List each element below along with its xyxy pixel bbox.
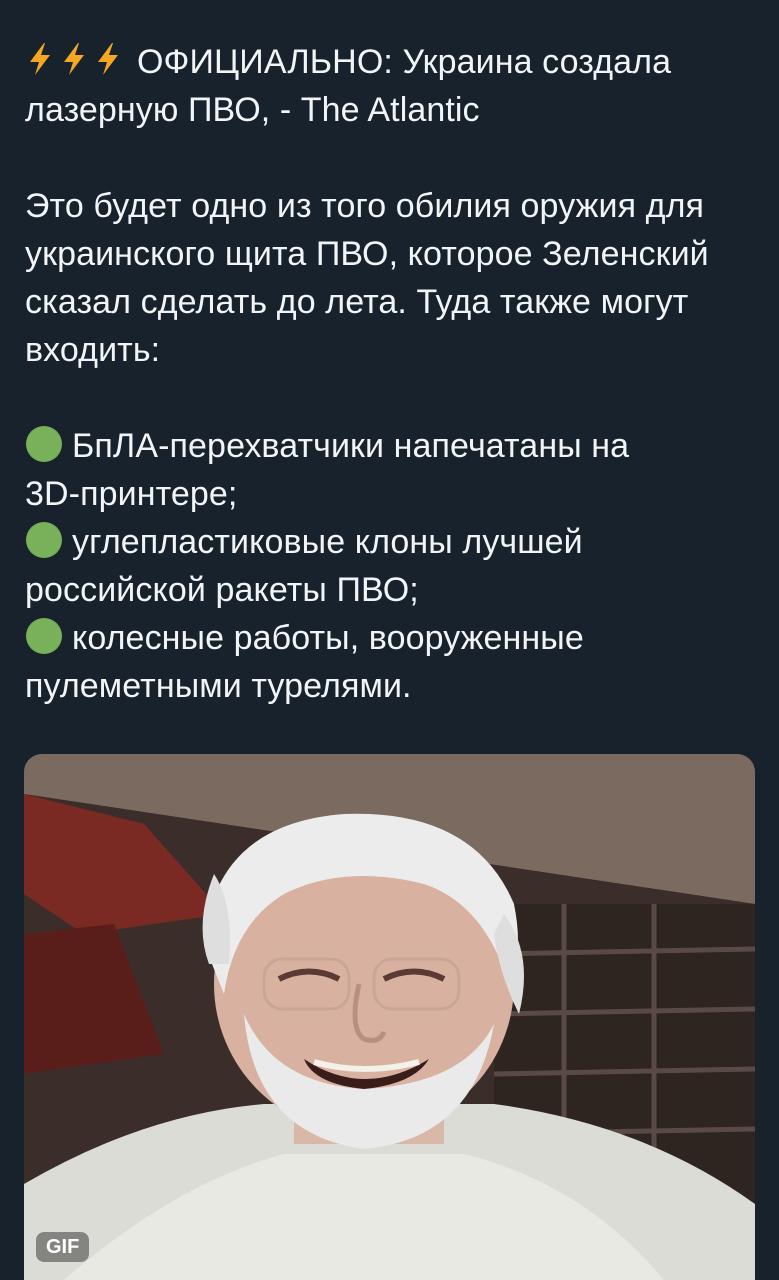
lightning-icon bbox=[30, 43, 50, 75]
bullet-text: углепластиковые клоны лучшей bbox=[72, 523, 583, 561]
lightning-icon bbox=[64, 43, 84, 75]
green-circle-icon bbox=[26, 522, 62, 558]
body-line-4: входить: bbox=[25, 331, 161, 369]
green-circle-icon bbox=[26, 426, 62, 462]
headline-line-1: ОФИЦИАЛЬНО: Украина создала bbox=[25, 38, 760, 86]
gif-thumbnail bbox=[24, 754, 755, 1280]
bullet-item-1: БпЛА-перехватчики напечатаны на bbox=[25, 422, 760, 470]
bullet-item-3: колесные работы, вооруженные bbox=[25, 614, 760, 662]
lightning-icon bbox=[98, 43, 118, 75]
bullet-item-3-continuation: пулеметными турелями. bbox=[25, 667, 412, 705]
gif-badge: GIF bbox=[36, 1232, 90, 1262]
bullet-item-2: углепластиковые клоны лучшей bbox=[25, 518, 760, 566]
bullet-item-2-continuation: российской ракеты ПВО; bbox=[25, 571, 419, 609]
headline-line-2: лазерную ПВО, - The Atlantic bbox=[25, 91, 480, 129]
lightning-icons bbox=[25, 41, 127, 77]
message-text: ОФИЦИАЛЬНО: Украина создала лазерную ПВО… bbox=[25, 38, 760, 710]
body-line-3: сказал сделать до лета. Туда также могут bbox=[25, 283, 689, 321]
bullet-text: колесные работы, вооруженные bbox=[72, 619, 584, 657]
bullet-text: БпЛА-перехватчики напечатаны на bbox=[72, 427, 630, 465]
body-line-1: Это будет одно из того обилия оружия для bbox=[25, 187, 705, 225]
bullet-item-1-continuation: 3D-принтере; bbox=[25, 475, 238, 513]
message-bubble: ОФИЦИАЛЬНО: Украина создала лазерную ПВО… bbox=[0, 0, 779, 1280]
headline-text-1: ОФИЦИАЛЬНО: Украина создала bbox=[137, 43, 672, 81]
green-circle-icon bbox=[26, 618, 62, 654]
body-line-2: украинского щита ПВО, которое Зеленский bbox=[25, 235, 709, 273]
gif-media[interactable]: GIF bbox=[24, 754, 755, 1280]
